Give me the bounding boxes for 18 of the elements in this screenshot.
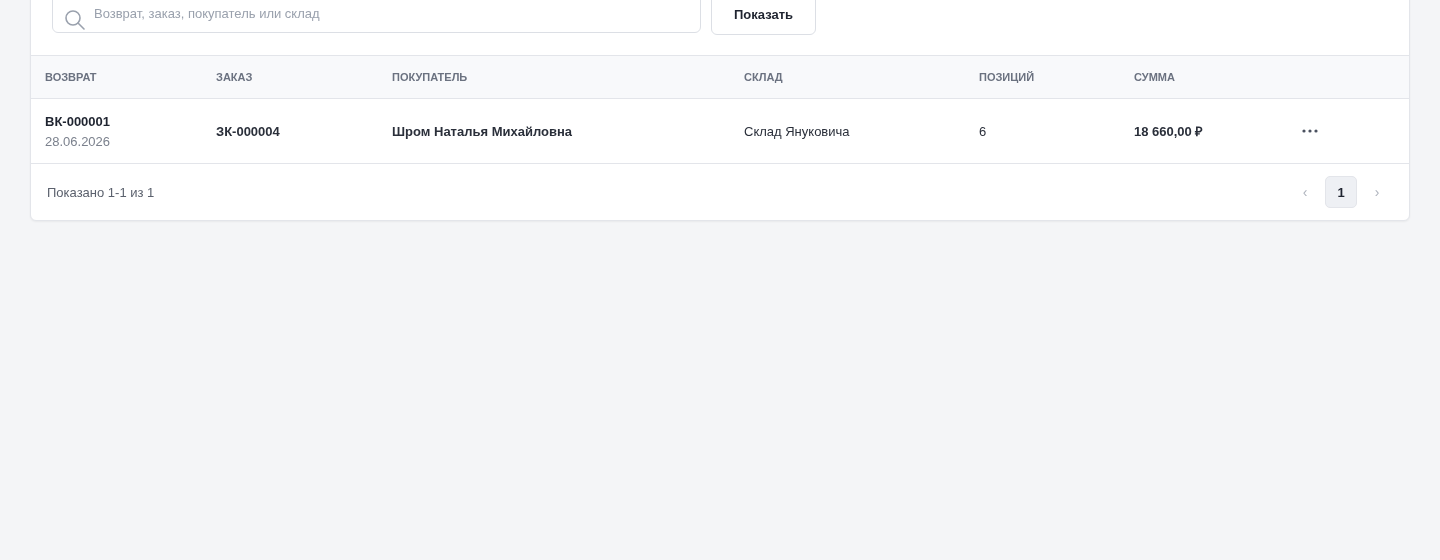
return-number[interactable]: ВК-000001 (45, 113, 216, 129)
order-number[interactable]: ЗК-000004 (216, 123, 392, 139)
column-header: ВОЗВРАТ (45, 71, 98, 83)
column-header: ЗАКАЗ (216, 71, 254, 83)
show-button[interactable]: Показать (711, 0, 817, 35)
return-date: 28.06.2026 (45, 133, 112, 149)
column-header: СУММА (1134, 71, 1176, 83)
more-icon (1302, 129, 1318, 133)
warehouse-cell-text: Склад Януковича (744, 123, 851, 139)
pagination-summary: Показано 1-1 из 1 (47, 184, 155, 200)
customer-name: Шром Наталья Михайловна (392, 123, 574, 139)
column-header: ПОКУПАТЕЛЬ (392, 71, 469, 83)
total-amount: 18 660,00 ₽ (1134, 123, 1205, 140)
search-field[interactable]: Возврат, заказ, покупатель или склад (52, 0, 701, 33)
column-header: ПОЗИЦИЙ (979, 71, 1036, 83)
items-count: 6 (979, 123, 988, 139)
column-header: СКЛАД (744, 71, 784, 83)
page-button[interactable]: 1 (1325, 176, 1357, 208)
